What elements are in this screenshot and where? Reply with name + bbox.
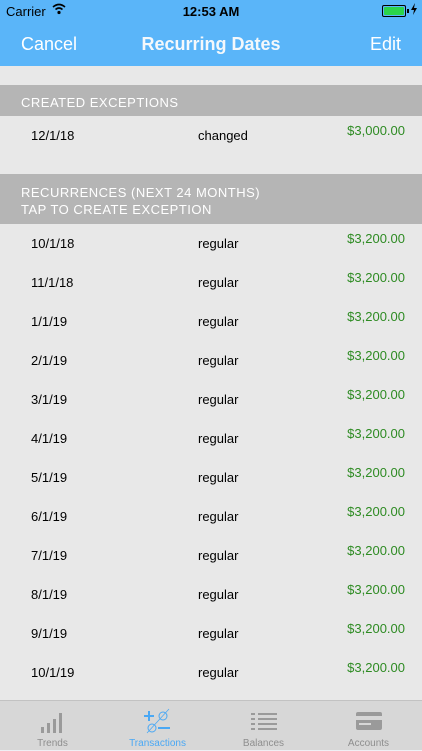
row-date: 8/1/19 [31, 587, 68, 602]
recurrences-section-header: RECURRENCES (NEXT 24 MONTHS) TAP TO CREA… [0, 174, 422, 224]
row-amount: $3,200.00 [347, 504, 405, 519]
exceptions-header-label: CREATED EXCEPTIONS [21, 95, 179, 110]
exceptions-list: 12/1/18 changed $3,000.00 [0, 116, 422, 155]
top-bar: Carrier 12:53 AM Cancel Recurring Dates … [0, 0, 422, 66]
row-type: regular [198, 470, 239, 485]
row-amount: $3,200.00 [347, 231, 405, 246]
row-date: 7/1/19 [31, 548, 68, 563]
row-date: 11/1/18 [31, 275, 74, 290]
charging-bolt-icon [411, 3, 417, 15]
row-type: regular [198, 275, 239, 290]
tab-balances-label: Balances [242, 738, 285, 749]
row-date: 6/1/19 [31, 509, 68, 524]
tab-trends-label: Trends [37, 738, 68, 749]
row-amount: $3,200.00 [347, 621, 405, 636]
table-row[interactable]: 3/1/19 regular $3,200.00 [0, 380, 422, 419]
row-amount: $3,000.00 [347, 123, 405, 138]
table-row[interactable]: 5/1/19 regular $3,200.00 [0, 458, 422, 497]
row-type: regular [198, 548, 239, 563]
recurring-dates-list[interactable]: CREATED EXCEPTIONS 12/1/18 changed $3,000.… [0, 66, 422, 700]
top-spacer [0, 66, 422, 85]
table-row[interactable]: 11/1/18 regular $3,200.00 [0, 263, 422, 302]
balances-list-icon [251, 713, 277, 730]
table-row[interactable]: 12/1/18 changed $3,000.00 [0, 116, 422, 155]
row-amount: $3,200.00 [347, 348, 405, 363]
table-row[interactable]: 2/1/19 regular $3,200.00 [0, 341, 422, 380]
row-amount: $3,200.00 [347, 426, 405, 441]
tab-bar: Trends Transactions Balances Accounts [0, 700, 422, 750]
row-type: regular [198, 431, 239, 446]
table-row[interactable]: 6/1/19 regular $3,200.00 [0, 497, 422, 536]
table-row[interactable]: 10/1/19 regular $3,200.00 [0, 653, 422, 692]
row-date: 10/1/18 [31, 236, 75, 251]
tab-accounts-label: Accounts [347, 738, 390, 749]
recurrences-header-line2: TAP TO CREATE EXCEPTION [21, 202, 212, 217]
table-row[interactable]: 4/1/19 regular $3,200.00 [0, 419, 422, 458]
row-type: regular [198, 626, 239, 641]
tab-trends[interactable]: Trends [0, 701, 105, 751]
row-date: 1/1/19 [31, 314, 68, 329]
row-type: regular [198, 392, 239, 407]
recurrences-header-line1: RECURRENCES (NEXT 24 MONTHS) [21, 185, 261, 200]
trends-bars-icon [41, 713, 62, 733]
recurrences-list: 10/1/18 regular $3,200.00 11/1/18 regular $3,… [0, 224, 422, 692]
tab-transactions[interactable]: Transactions [105, 701, 210, 751]
row-type: regular [198, 509, 239, 524]
row-date: 4/1/19 [31, 431, 68, 446]
row-amount: $3,200.00 [347, 309, 405, 324]
row-amount: $3,200.00 [347, 270, 405, 285]
row-date: 12/1/18 [31, 128, 75, 143]
exceptions-section-header: CREATED EXCEPTIONS [0, 85, 422, 116]
row-type: regular [198, 353, 239, 368]
row-date: 10/1/19 [31, 665, 75, 680]
status-time: 12:53 AM [182, 4, 240, 19]
row-type: regular [198, 587, 239, 602]
table-row[interactable]: 10/1/18 regular $3,200.00 [0, 224, 422, 263]
row-type: regular [198, 236, 239, 251]
row-date: 3/1/19 [31, 392, 68, 407]
tab-transactions-label: Transactions [129, 738, 186, 749]
accounts-card-icon [356, 712, 382, 730]
row-type: regular [198, 314, 239, 329]
row-date: 9/1/19 [31, 626, 68, 641]
row-amount: $3,200.00 [347, 543, 405, 558]
row-amount: $3,200.00 [347, 465, 405, 480]
table-row[interactable]: 7/1/19 regular $3,200.00 [0, 536, 422, 575]
table-row[interactable]: 8/1/19 regular $3,200.00 [0, 575, 422, 614]
edit-button[interactable]: Edit [370, 34, 401, 55]
row-amount: $3,200.00 [347, 582, 405, 597]
table-row[interactable]: 9/1/19 regular $3,200.00 [0, 614, 422, 653]
row-amount: $3,200.00 [347, 660, 405, 675]
row-date: 5/1/19 [31, 470, 68, 485]
tab-accounts[interactable]: Accounts [316, 701, 421, 751]
page-title: Recurring Dates [141, 34, 281, 54]
tab-balances[interactable]: Balances [211, 701, 316, 751]
row-date: 2/1/19 [31, 353, 68, 368]
row-type: regular [198, 665, 239, 680]
battery-icon [382, 5, 409, 17]
row-type: changed [198, 128, 248, 143]
table-row[interactable]: 1/1/19 regular $3,200.00 [0, 302, 422, 341]
status-bar: Carrier 12:53 AM [0, 0, 422, 22]
transactions-plus-minus-icon [144, 708, 170, 734]
row-amount: $3,200.00 [347, 387, 405, 402]
navigation-bar: Cancel Recurring Dates Edit [0, 22, 422, 66]
